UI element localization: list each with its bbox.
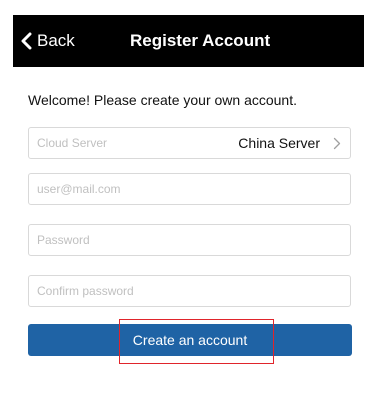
navigation-bar: Back Register Account: [13, 15, 364, 67]
page-title: Register Account: [130, 31, 271, 50]
create-account-label: Create an account: [132, 332, 248, 348]
register-screen: Back Register Account Welcome! Please cr…: [0, 0, 374, 399]
chevron-left-icon: [20, 32, 32, 50]
create-account-button[interactable]: Create an account: [28, 324, 352, 356]
confirm-password-input[interactable]: [29, 276, 350, 306]
confirm-password-field[interactable]: [28, 275, 351, 307]
back-label: Back: [37, 31, 75, 50]
password-field[interactable]: [28, 224, 351, 256]
cloud-server-selector[interactable]: Cloud Server China Server: [28, 127, 351, 159]
welcome-text: Welcome! Please create your own account.: [28, 92, 297, 108]
chevron-right-icon: [333, 137, 341, 155]
back-button[interactable]: Back: [20, 15, 75, 67]
cloud-server-label: Cloud Server: [37, 136, 108, 150]
email-field[interactable]: [28, 173, 351, 205]
password-input[interactable]: [29, 225, 350, 255]
email-input[interactable]: [29, 174, 350, 204]
cloud-server-value: China Server: [238, 135, 320, 151]
